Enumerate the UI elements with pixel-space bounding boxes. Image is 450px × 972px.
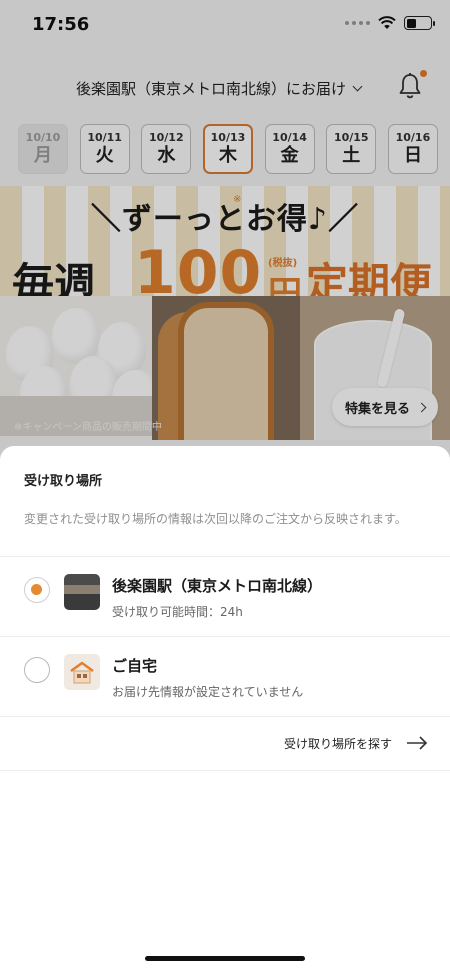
date-label: 10/10	[25, 131, 61, 144]
weekday-label: 日	[403, 145, 422, 166]
chevron-right-icon	[416, 402, 427, 412]
date-label: 10/13	[210, 131, 246, 144]
station-thumbnail	[64, 574, 100, 610]
wifi-icon	[378, 16, 396, 29]
radio-selected[interactable]	[24, 577, 50, 603]
banner-headline: ＼ずーっとお得♪／	[90, 202, 360, 237]
date-chip[interactable]: 10/14 金	[264, 124, 315, 174]
date-selector: 10/10 月 10/11 火 10/12 水 10/13 木 10/14 金 …	[18, 124, 438, 176]
chevron-down-icon	[352, 81, 363, 92]
pickup-option-station[interactable]: 後楽園駅（東京メトロ南北線） 受け取り可能時間：24h	[0, 557, 450, 637]
delivery-location-selector[interactable]: 後楽園駅（東京メトロ南北線）にお届け	[76, 78, 363, 99]
radio-unselected[interactable]	[24, 657, 50, 683]
campaign-banner[interactable]: ＼ずーっとお得♪／ ※ 毎週 100 (税抜) 円 定期便 ※キャンペーン商品の…	[0, 186, 450, 440]
banner-asterisk: ※	[233, 194, 242, 205]
find-pickup-location-link[interactable]: 受け取り場所を探す	[284, 729, 428, 757]
feature-button-label: 特集を見る	[344, 401, 410, 417]
weekday-label: 水	[157, 145, 176, 166]
sheet-title: 受け取り場所	[24, 474, 103, 489]
weekday-label: 月	[34, 145, 52, 166]
banner-note: ※キャンペーン商品の販売期間中	[14, 422, 162, 433]
date-label: 10/15	[333, 131, 369, 144]
notification-badge	[420, 70, 427, 77]
find-link-label: 受け取り場所を探す	[283, 736, 392, 751]
date-chip[interactable]: 10/15 土	[326, 124, 377, 174]
arrow-right-icon	[407, 736, 428, 750]
date-chip-selected[interactable]: 10/13 木	[202, 124, 253, 174]
notification-button[interactable]	[398, 70, 427, 102]
bell-icon	[399, 73, 421, 99]
status-bar: 17:56	[0, 0, 450, 52]
date-label: 10/16	[395, 131, 431, 144]
date-chip[interactable]: 10/16 日	[387, 124, 438, 174]
feature-button[interactable]: 特集を見る	[332, 388, 438, 426]
option-name: 後楽園駅（東京メトロ南北線）	[112, 577, 323, 595]
weekday-label: 火	[95, 145, 114, 166]
status-icons	[345, 16, 435, 30]
pickup-location-sheet: 受け取り場所 変更された受け取り場所の情報は次回以降のご注文から反映されます。 …	[0, 446, 450, 972]
date-chip[interactable]: 10/12 水	[141, 124, 192, 174]
header: 後楽園駅（東京メトロ南北線）にお届け	[0, 66, 450, 112]
signal-icon	[345, 21, 370, 25]
weekday-label: 土	[342, 145, 361, 166]
bread-photo	[152, 296, 300, 440]
option-detail: お届け先情報が設定されていません	[112, 685, 304, 699]
date-label: 10/14	[272, 131, 307, 144]
battery-icon	[404, 16, 435, 30]
pickup-option-home[interactable]: ご自宅 お届け先情報が設定されていません	[0, 637, 450, 717]
home-indicator	[145, 956, 305, 961]
sheet-note: 変更された受け取り場所の情報は次回以降のご注文から反映されます。	[24, 512, 407, 526]
weekday-label: 金	[280, 145, 299, 166]
date-chip: 10/10 月	[18, 124, 68, 174]
date-label: 10/12	[148, 131, 184, 144]
date-label: 10/11	[87, 131, 122, 144]
option-detail: 受け取り可能時間：24h	[112, 605, 243, 619]
divider	[0, 716, 450, 717]
status-time: 17:56	[32, 14, 90, 35]
weekday-label: 木	[218, 145, 237, 166]
date-chip[interactable]: 10/11 火	[79, 124, 130, 174]
option-name: ご自宅	[112, 657, 158, 675]
divider	[0, 770, 450, 771]
delivery-location-label: 後楽園駅（東京メトロ南北線）にお届け	[76, 80, 347, 98]
home-thumbnail	[64, 654, 100, 690]
